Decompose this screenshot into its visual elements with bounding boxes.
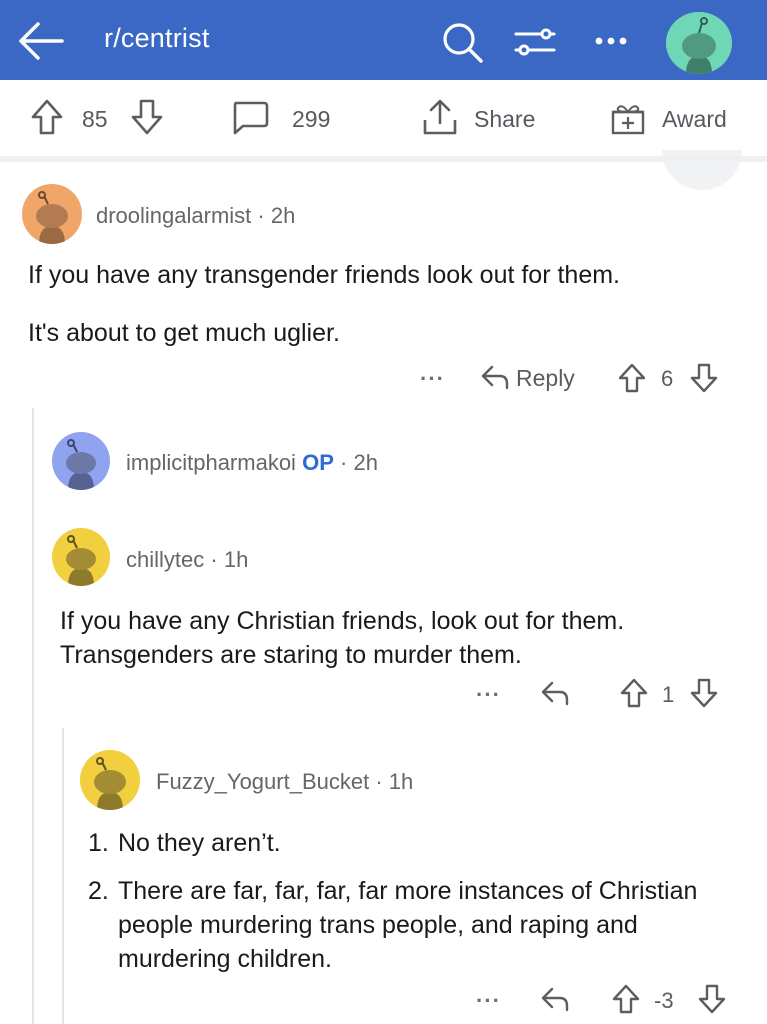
share-icon[interactable] xyxy=(420,98,460,138)
avatar[interactable] xyxy=(52,432,110,490)
more-options-button[interactable]: ··· xyxy=(420,366,445,392)
op-badge: OP xyxy=(302,450,334,475)
back-arrow-icon[interactable] xyxy=(14,18,66,64)
separator-dot: · xyxy=(257,203,265,228)
list-item: 1. No they aren’t. xyxy=(88,826,728,860)
username[interactable]: implicitpharmakoi xyxy=(126,450,296,475)
top-app-bar: r/centrist xyxy=(0,0,767,80)
comment-paragraph: It's about to get much uglier. xyxy=(28,319,340,347)
reply-button[interactable]: Reply xyxy=(516,365,575,392)
comment-score: 1 xyxy=(662,682,675,707)
avatar[interactable] xyxy=(52,528,110,586)
upvote-icon[interactable] xyxy=(612,983,640,1015)
comment-score: 6 xyxy=(661,366,674,391)
comment-body: 1. No they aren’t. 2. There are far, far… xyxy=(88,826,728,976)
comment-score: -3 xyxy=(654,988,674,1013)
separator-dot: · xyxy=(210,547,218,572)
thread-line xyxy=(32,408,34,1024)
comment-age: 1h xyxy=(223,547,249,572)
comment-body: If you have any Christian friends, look … xyxy=(60,607,625,669)
upvote-icon[interactable] xyxy=(30,98,64,136)
upvote-icon[interactable] xyxy=(618,362,646,394)
comment-paragraph: If you have any transgender friends look… xyxy=(28,261,621,289)
numbered-list: 1. No they aren’t. 2. There are far, far… xyxy=(88,826,728,976)
separator-dot: · xyxy=(375,769,383,794)
reply-arrow-icon[interactable] xyxy=(540,986,570,1012)
comment-author-line: droolingalarmist · 2h xyxy=(96,203,295,229)
avatar[interactable] xyxy=(80,750,140,810)
filter-icon[interactable] xyxy=(512,20,558,64)
downvote-icon[interactable] xyxy=(698,983,726,1015)
award-button[interactable]: Award xyxy=(662,106,727,133)
post-action-bar: 85 299 Share Award xyxy=(0,80,767,156)
more-options-button[interactable]: ··· xyxy=(476,682,501,708)
share-button[interactable]: Share xyxy=(474,106,535,133)
more-options-icon[interactable] xyxy=(592,20,632,60)
downvote-icon[interactable] xyxy=(130,98,164,136)
list-number: 2. xyxy=(88,877,109,905)
comment-age: 2h xyxy=(270,203,296,228)
list-item: 2. There are far, far, far, far more ins… xyxy=(88,874,728,976)
comment-age: 2h xyxy=(353,450,378,475)
separator-dot: · xyxy=(340,450,348,475)
post-score: 85 xyxy=(82,106,108,132)
award-gift-icon[interactable] xyxy=(610,100,646,136)
comment-author-line: Fuzzy_Yogurt_Bucket · 1h xyxy=(156,769,413,795)
username[interactable]: chillytec xyxy=(126,547,204,572)
user-avatar[interactable] xyxy=(666,12,732,74)
section-divider xyxy=(0,156,767,162)
username[interactable]: droolingalarmist xyxy=(96,203,251,228)
list-text: No they aren’t. xyxy=(118,829,281,857)
username[interactable]: Fuzzy_Yogurt_Bucket xyxy=(156,769,369,794)
comment-age: 1h xyxy=(388,769,414,794)
search-icon[interactable] xyxy=(438,18,488,68)
downvote-icon[interactable] xyxy=(690,677,718,709)
downvote-icon[interactable] xyxy=(690,362,718,394)
comment-body: If you have any transgender friends look… xyxy=(28,258,748,350)
upvote-icon[interactable] xyxy=(620,677,648,709)
comment-count: 299 xyxy=(292,106,331,132)
list-text: There are far, far, far, far more instan… xyxy=(118,877,698,973)
reply-arrow-icon[interactable] xyxy=(480,364,510,390)
comment-author-line: implicitpharmakoi OP · 2h xyxy=(126,450,378,476)
reply-arrow-icon[interactable] xyxy=(540,680,570,706)
list-number: 1. xyxy=(88,829,109,857)
more-options-button[interactable]: ··· xyxy=(476,988,501,1014)
subreddit-title[interactable]: r/centrist xyxy=(104,23,210,54)
comment-bubble-icon[interactable] xyxy=(230,100,270,136)
thread-line xyxy=(62,728,64,1024)
avatar[interactable] xyxy=(22,184,82,244)
comment-author-line: chillytec · 1h xyxy=(126,547,248,573)
